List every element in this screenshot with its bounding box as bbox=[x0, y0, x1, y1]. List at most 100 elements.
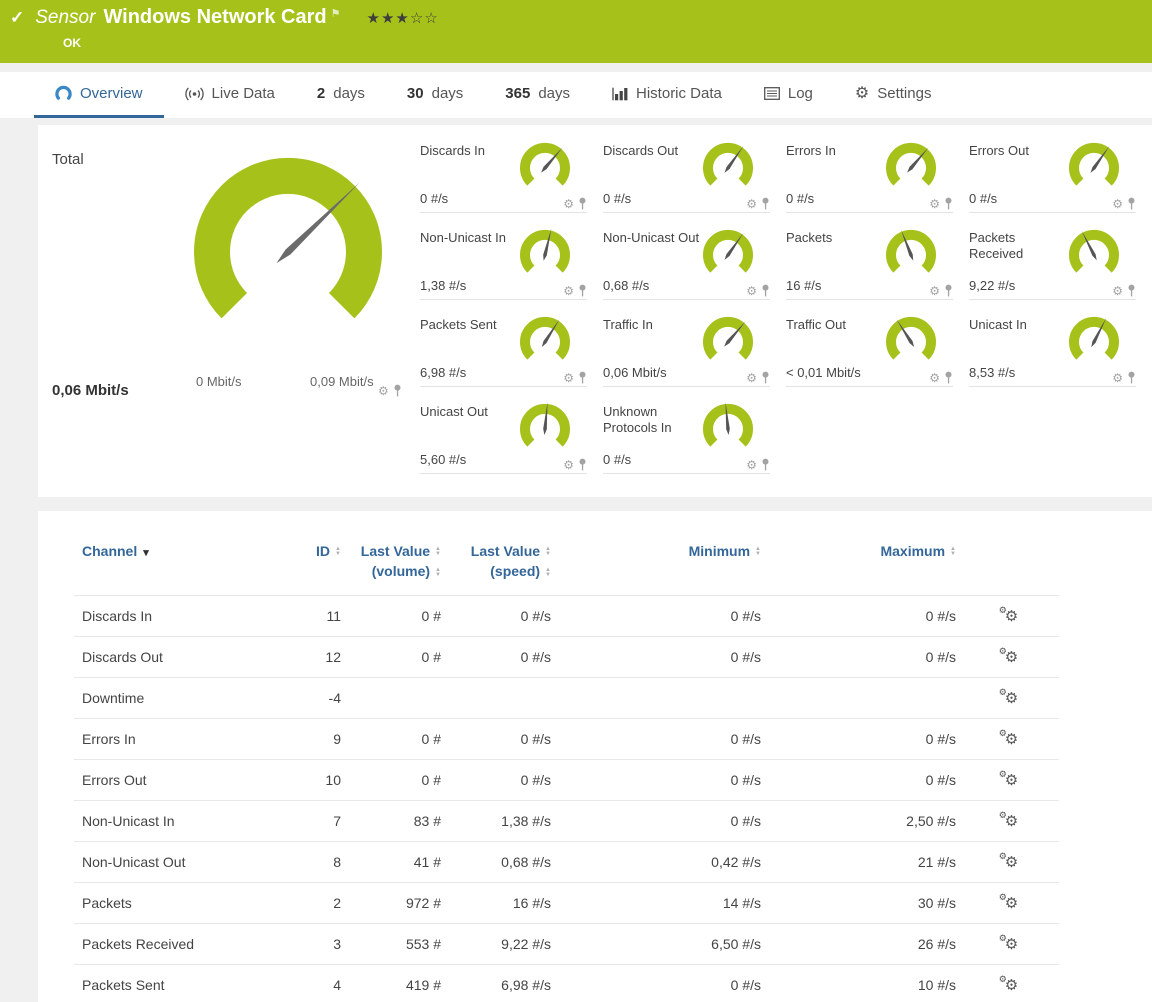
gauge-unknown-protocols-in[interactable]: Unknown Protocols In 0 #/s⚙ bbox=[603, 400, 770, 474]
mini-gear-icon: ⚙ bbox=[999, 811, 1007, 820]
gauge-dial bbox=[698, 228, 758, 287]
channel-settings-icon[interactable]: ⚙⚙ bbox=[1005, 732, 1018, 747]
gauge-packets-received[interactable]: Packets Received 9,22 #/s⚙ bbox=[969, 226, 1136, 300]
gauge-packets-sent-gear-icon[interactable]: ⚙ bbox=[563, 372, 574, 384]
total-gauge-pin-icon[interactable] bbox=[393, 384, 402, 397]
tab-30-days[interactable]: 30days bbox=[386, 72, 484, 118]
gauge-discards-in-pin-icon[interactable] bbox=[578, 197, 587, 210]
gauge-discards-in-gear-icon[interactable]: ⚙ bbox=[563, 198, 574, 210]
channel-settings-icon[interactable]: ⚙⚙ bbox=[1005, 814, 1018, 829]
gauge-non-unicast-out-pin-icon[interactable] bbox=[761, 284, 770, 297]
gauge-packets-gear-icon[interactable]: ⚙ bbox=[929, 285, 940, 297]
gauge-non-unicast-out-gear-icon[interactable]: ⚙ bbox=[746, 285, 757, 297]
gauge-packets-sent-pin-icon[interactable] bbox=[578, 371, 587, 384]
gauge-errors-in-gear-icon[interactable]: ⚙ bbox=[929, 198, 940, 210]
column-header-id[interactable]: ID▲▼ bbox=[284, 525, 349, 595]
gauge-traffic-in-gear-icon[interactable]: ⚙ bbox=[746, 372, 757, 384]
gauge-packets-received-gear-icon[interactable]: ⚙ bbox=[1112, 285, 1123, 297]
gauge-errors-in-pin-icon[interactable] bbox=[944, 197, 953, 210]
gauge-discards-out-gear-icon[interactable]: ⚙ bbox=[746, 198, 757, 210]
channel-value: 0 # bbox=[349, 595, 449, 636]
gauge-packets-received-pin-icon[interactable] bbox=[1127, 284, 1136, 297]
gauge-icons: ⚙ bbox=[563, 371, 587, 384]
channel-settings-icon[interactable]: ⚙⚙ bbox=[1005, 855, 1018, 870]
column-header-minimum[interactable]: Minimum▲▼ bbox=[559, 525, 769, 595]
gauge-errors-out-gear-icon[interactable]: ⚙ bbox=[1112, 198, 1123, 210]
sort-icon[interactable]: ▲▼ bbox=[435, 547, 441, 557]
tab-label: Historic Data bbox=[636, 85, 722, 102]
channel-value: 0 #/s bbox=[769, 595, 964, 636]
channel-settings-icon[interactable]: ⚙⚙ bbox=[1005, 896, 1018, 911]
gauge-unknown-protocols-in-gear-icon[interactable]: ⚙ bbox=[746, 459, 757, 471]
gauge-traffic-in[interactable]: Traffic In 0,06 Mbit/s⚙ bbox=[603, 313, 770, 387]
gauge-unicast-in-gear-icon[interactable]: ⚙ bbox=[1112, 372, 1123, 384]
channel-settings-icon[interactable]: ⚙⚙ bbox=[1005, 773, 1018, 788]
gauge-packets-sent[interactable]: Packets Sent 6,98 #/s⚙ bbox=[420, 313, 587, 387]
gauge-packets-pin-icon[interactable] bbox=[944, 284, 953, 297]
channel-settings-icon[interactable]: ⚙⚙ bbox=[1005, 937, 1018, 952]
column-header-last-value-volume[interactable]: Last Value▲▼(volume)▲▼ bbox=[349, 525, 449, 595]
gauge-non-unicast-in[interactable]: Non-Unicast In 1,38 #/s⚙ bbox=[420, 226, 587, 300]
mini-gear-icon: ⚙ bbox=[999, 688, 1007, 697]
channel-value bbox=[449, 677, 559, 718]
channel-value: 26 #/s bbox=[769, 923, 964, 964]
sort-icon[interactable]: ▲▼ bbox=[545, 568, 551, 578]
gauge-discards-out[interactable]: Discards Out 0 #/s⚙ bbox=[603, 139, 770, 213]
table-row: Packets Sent4419 #6,98 #/s0 #/s10 #/s⚙⚙ bbox=[74, 964, 1059, 1002]
gauge-non-unicast-in-gear-icon[interactable]: ⚙ bbox=[563, 285, 574, 297]
gauge-errors-out[interactable]: Errors Out 0 #/s⚙ bbox=[969, 139, 1136, 213]
gauge-traffic-out-pin-icon[interactable] bbox=[944, 371, 953, 384]
gauge-discards-out-pin-icon[interactable] bbox=[761, 197, 770, 210]
sort-icon[interactable]: ▲▼ bbox=[545, 547, 551, 557]
priority-stars[interactable]: ★★★☆☆ bbox=[367, 9, 439, 27]
gauge-errors-out-pin-icon[interactable] bbox=[1127, 197, 1136, 210]
gauge-value: 0 #/s bbox=[603, 191, 631, 206]
total-gauge[interactable] bbox=[183, 152, 393, 349]
channel-settings-icon[interactable]: ⚙⚙ bbox=[1005, 691, 1018, 706]
channel-settings-cell: ⚙⚙ bbox=[964, 882, 1059, 923]
flag-icon[interactable]: ⚑ bbox=[331, 7, 341, 20]
gauge-unicast-in[interactable]: Unicast In 8,53 #/s⚙ bbox=[969, 313, 1136, 387]
mini-gear-icon: ⚙ bbox=[999, 852, 1007, 861]
tab-365-days[interactable]: 365days bbox=[484, 72, 591, 118]
gauge-icons: ⚙ bbox=[746, 458, 770, 471]
tab-historic-data[interactable]: Historic Data bbox=[591, 72, 743, 118]
column-header-last-value-speed[interactable]: Last Value▲▼(speed)▲▼ bbox=[449, 525, 559, 595]
tab-settings[interactable]: ⚙Settings bbox=[834, 72, 953, 118]
channel-settings-icon[interactable]: ⚙⚙ bbox=[1005, 978, 1018, 993]
gauge-errors-in[interactable]: Errors In 0 #/s⚙ bbox=[786, 139, 953, 213]
gauge-unicast-in-pin-icon[interactable] bbox=[1127, 371, 1136, 384]
channel-value: 0 #/s bbox=[559, 759, 769, 800]
gauge-non-unicast-out[interactable]: Non-Unicast Out 0,68 #/s⚙ bbox=[603, 226, 770, 300]
sort-icon[interactable]: ▲▼ bbox=[755, 547, 761, 557]
gauge-traffic-out-gear-icon[interactable]: ⚙ bbox=[929, 372, 940, 384]
gauge-traffic-out[interactable]: Traffic Out < 0,01 Mbit/s⚙ bbox=[786, 313, 953, 387]
tab-log[interactable]: Log bbox=[743, 72, 834, 118]
gauge-icons: ⚙ bbox=[929, 197, 953, 210]
channel-value: 0 #/s bbox=[559, 636, 769, 677]
tab-2-days[interactable]: 2days bbox=[296, 72, 386, 118]
gauge-discards-in[interactable]: Discards In 0 #/s⚙ bbox=[420, 139, 587, 213]
gauge-dial bbox=[698, 141, 758, 200]
column-header-channel[interactable]: Channel▾ bbox=[74, 525, 284, 595]
gauge-unicast-out[interactable]: Unicast Out 5,60 #/s⚙ bbox=[420, 400, 587, 474]
total-gauge-gear-icon[interactable]: ⚙ bbox=[378, 385, 389, 397]
gauge-packets[interactable]: Packets 16 #/s⚙ bbox=[786, 226, 953, 300]
gauge-unknown-protocols-in-pin-icon[interactable] bbox=[761, 458, 770, 471]
channel-settings-icon[interactable]: ⚙⚙ bbox=[1005, 609, 1018, 624]
gauge-traffic-in-pin-icon[interactable] bbox=[761, 371, 770, 384]
gauge-icons: ⚙ bbox=[1112, 284, 1136, 297]
tab-overview[interactable]: Overview bbox=[34, 72, 164, 118]
channel-settings-cell: ⚙⚙ bbox=[964, 595, 1059, 636]
gauge-unicast-out-gear-icon[interactable]: ⚙ bbox=[563, 459, 574, 471]
gauge-unicast-out-pin-icon[interactable] bbox=[578, 458, 587, 471]
sort-icon[interactable]: ▲▼ bbox=[335, 547, 341, 557]
channel-value: 0 # bbox=[349, 718, 449, 759]
channel-settings-icon[interactable]: ⚙⚙ bbox=[1005, 650, 1018, 665]
sort-icon[interactable]: ▲▼ bbox=[950, 547, 956, 557]
tab-live-data[interactable]: Live Data bbox=[164, 72, 296, 118]
sort-icon[interactable]: ▲▼ bbox=[435, 568, 441, 578]
gauge-non-unicast-in-pin-icon[interactable] bbox=[578, 284, 587, 297]
mini-gear-icon: ⚙ bbox=[999, 647, 1007, 656]
column-header-maximum[interactable]: Maximum▲▼ bbox=[769, 525, 964, 595]
